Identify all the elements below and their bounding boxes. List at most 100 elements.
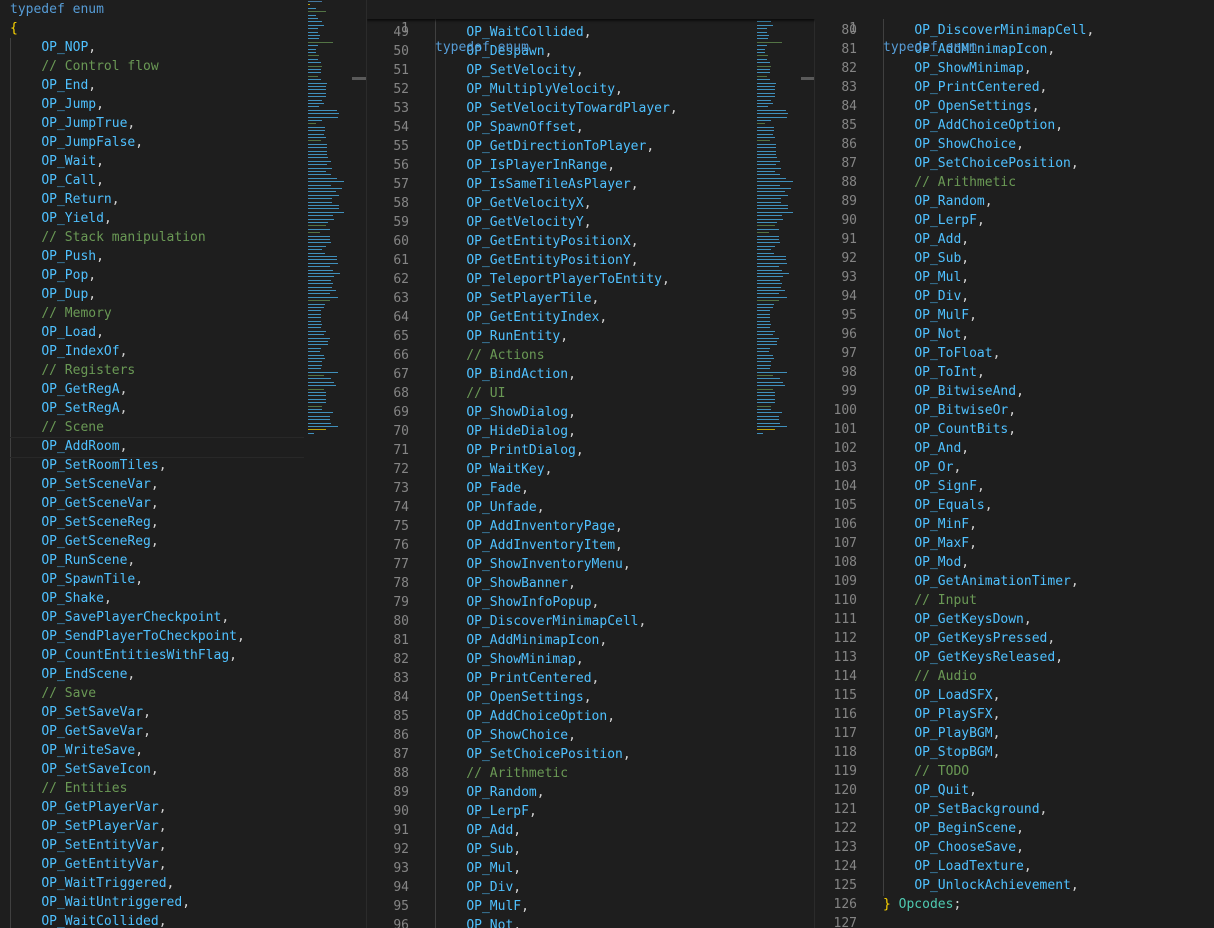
code-token: , [135,743,144,758]
vertical-scrollbar[interactable] [352,0,366,928]
code-token: , [96,97,104,112]
line-number: 103 [833,460,857,475]
code-line-text: OP_JumpTrue, [10,114,135,133]
code-token: , [88,268,97,283]
code-line-text: OP_BitwiseAnd, [883,382,1024,401]
line-number: 91 [393,823,409,838]
line-number: 92 [393,842,409,857]
line-number: 65 [393,329,409,344]
code-line-text: OP_Sub, [883,249,969,268]
code-token: , [984,498,993,513]
code-line-text: OP_Push, [10,247,104,266]
code-comment: // Save [41,686,97,701]
code-token: , [513,880,522,895]
editor-pane-left[interactable]: typedef enum { OP_NOP, // Control flow OP… [0,0,366,928]
minimap-line [308,388,324,390]
code-token: , [622,747,631,762]
code-token: , [984,194,993,209]
line-number: 88 [393,766,409,781]
sticky-line-text: typedef enum [883,40,977,55]
code-token: , [158,838,167,853]
minimap-line [757,215,783,217]
code-token: , [638,614,647,629]
enum-member: OP_SetSaveVar [41,705,144,720]
minimap-line [757,262,787,264]
enum-member: OP_PlayBGM [914,726,993,741]
code-token: , [536,500,545,515]
minimap-line [757,426,787,427]
enum-member: OP_ShowInventoryMenu [466,557,623,572]
vertical-scrollbar[interactable] [801,0,815,928]
code-token: , [575,652,584,667]
scrollbar-thumb[interactable] [801,77,815,80]
line-number: 90 [841,213,857,228]
enum-member: OP_Fade [466,481,522,496]
minimap-line [308,188,342,189]
minimap-line [757,171,775,172]
code-line-text: OP_Add, [883,230,969,249]
line-number: 104 [833,479,857,494]
minimap-line [757,300,779,302]
minimap-line [757,375,773,376]
code-line-text: // Entities [10,779,127,798]
editor-pane-right[interactable]: 80 OP_DiscoverMinimapCell, 81 OP_AddMinim… [814,0,1214,928]
enum-member: OP_SetSaveIcon [41,762,151,777]
code-token: , [119,439,128,454]
enum-member: OP_SignF [914,479,977,494]
code-token: , [961,327,970,342]
line-number: 85 [841,118,857,133]
minimap-line [757,48,766,50]
minimap-line [308,432,314,434]
line-number: 84 [841,99,857,114]
line-number: 107 [833,536,857,551]
enum-member: OP_MinF [914,517,970,532]
enum-member: OP_PrintCentered [914,80,1040,95]
minimap-line [757,137,775,138]
minimap-line [308,334,324,336]
minimap-line [308,116,338,118]
code-token: , [615,82,623,97]
sticky-scroll-header[interactable]: 1 typedef enum [367,0,815,55]
code-line-text: OP_ChooseSave, [883,838,1024,857]
minimap-line [308,422,331,424]
minimap[interactable] [305,0,353,928]
code-token: , [521,481,529,496]
minimap-line [757,242,780,244]
code-line-text: OP_JumpFalse, [10,133,143,152]
enum-member: OP_And [914,441,962,456]
minimap-line [757,347,771,349]
code-line-text: OP_LerpF, [883,211,984,230]
scrollbar-thumb[interactable] [352,77,366,80]
code-line-text: OP_WaitTriggered, [10,874,174,893]
minimap-line [757,310,771,312]
minimap[interactable] [754,0,802,928]
minimap-line [757,140,771,142]
code-line-text: OP_TeleportPlayerToEntity, [435,270,670,289]
code-line-text: // Actions [435,346,544,365]
minimap-line [757,351,769,353]
editor-pane-middle[interactable]: 49 OP_WaitCollided, 50 OP_Despawn, 51 OP_S… [366,0,815,928]
sticky-scroll-header[interactable]: 1 typedef enum [815,0,1214,55]
enum-member: OP_GetKeysReleased [914,650,1056,665]
